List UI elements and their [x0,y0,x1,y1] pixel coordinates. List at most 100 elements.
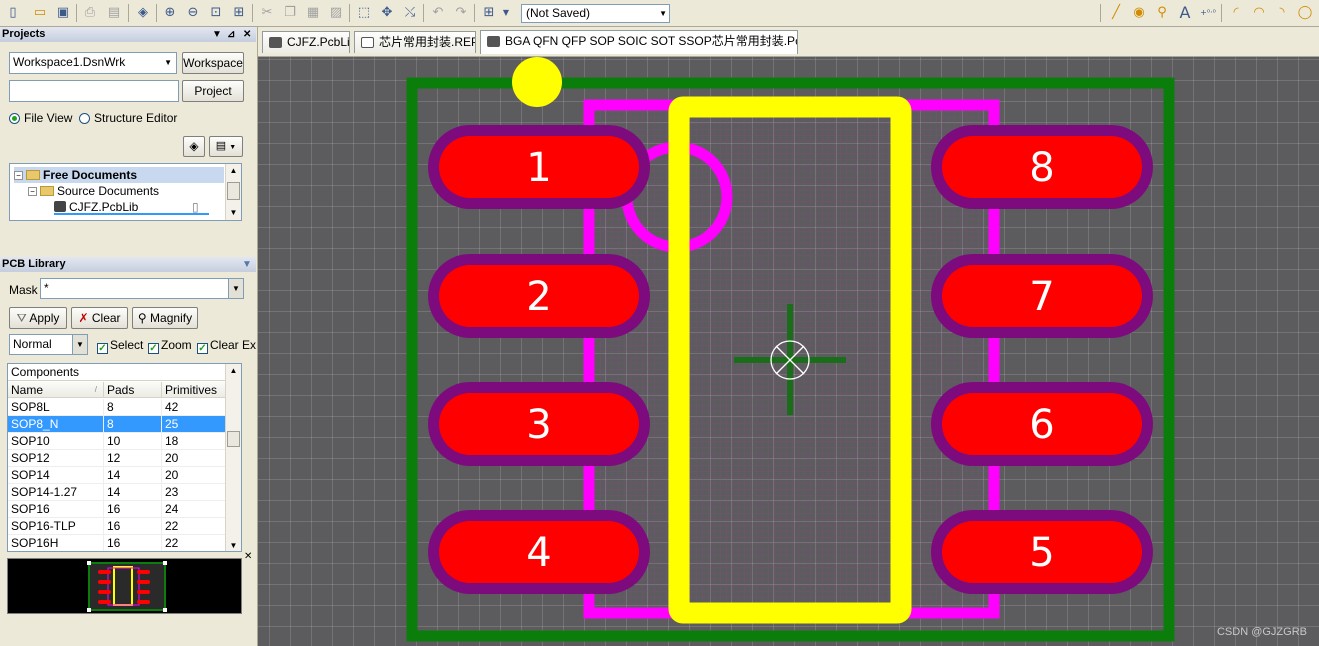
panel-menu-icon[interactable]: ▼ [212,27,222,42]
arc-center-icon[interactable]: ◜ [1226,3,1246,23]
chevron-down-icon: ▼ [72,335,87,354]
arc-edge-icon[interactable]: ◠ [1249,3,1269,23]
string-icon[interactable]: A [1175,3,1195,23]
line-icon[interactable]: ╱ [1106,3,1126,23]
component-row[interactable]: SOP16H 16 22 [8,535,226,551]
new-icon[interactable]: ▯ [3,3,23,23]
save-icon[interactable]: ▣ [53,3,73,23]
column-header-pads[interactable]: Pads [104,382,162,398]
mask-input[interactable]: * ▼ [40,278,244,299]
tab-bga-qfn-pcblib[interactable]: BGA QFN QFP SOP SOIC SOT SSOP芯片常用封装.PcbL… [480,30,798,54]
open-icon[interactable]: ▭ [30,3,50,23]
scroll-thumb[interactable] [227,431,240,447]
scroll-down-icon[interactable]: ▼ [226,206,241,220]
cross-probe-icon[interactable]: ⤯ [400,3,420,23]
file-view-radio[interactable]: File View [9,111,72,125]
zoom-fit-icon[interactable]: ⊡ [206,3,226,23]
grid-icon[interactable]: ⊞ [479,3,499,23]
zoom-in-icon[interactable]: ⊕ [160,3,180,23]
pad-right-2[interactable]: 7 [931,254,1153,338]
pcb-library-title: PCB Library [2,258,66,270]
cell-pads: 10 [104,433,162,450]
component-row[interactable]: SOP14-1.27 14 23 [8,484,226,501]
project-options-button[interactable]: ◈ [183,136,205,157]
tree-node-cjfz-pcblib[interactable]: CJFZ.PcbLib ▯ [54,199,209,215]
clear-existing-checkbox[interactable]: ✓Clear Existing [197,338,256,354]
pad-right-3[interactable]: 6 [931,382,1153,466]
select-rect-icon[interactable]: ⬚ [354,3,374,23]
grid-dropdown-icon[interactable]: ▼ [500,3,512,23]
component-row[interactable]: SOP16-TLP 16 22 [8,518,226,535]
structure-editor-radio[interactable]: Structure Editor [79,111,177,125]
pad-right-1[interactable]: 8 [931,125,1153,209]
paste-icon[interactable]: ▦ [303,3,323,23]
project-field[interactable] [9,80,179,102]
close-icon[interactable]: ✕ [243,27,251,42]
component-row[interactable]: SOP10 10 18 [8,433,226,450]
scroll-up-icon[interactable]: ▲ [226,364,241,378]
close-icon[interactable]: ✕ [244,551,252,562]
panel-menu-icon[interactable]: ▼ [242,257,252,272]
undo-icon[interactable]: ↶ [428,3,448,23]
workspace-select[interactable]: Workspace1.DsnWrk ▼ [9,52,177,74]
tree-scrollbar[interactable]: ▲ ▼ [225,164,241,220]
tree-node-free-documents[interactable]: − Free Documents [14,167,224,183]
tab-cjfz-pcblib[interactable]: CJFZ.PcbLib [262,31,350,53]
pad-left-2[interactable]: 2 [428,254,650,338]
components-scrollbar[interactable]: ▲ ▼ [225,364,241,551]
folder-icon [40,186,54,196]
select-checkbox[interactable]: ✓ Select [97,338,147,354]
pcb-canvas[interactable]: 1 2 3 4 8 7 6 5 CSDN @GJZGRB [258,57,1319,646]
arc-any-icon[interactable]: ◝ [1272,3,1292,23]
column-header-name[interactable]: Name / [8,382,104,398]
scroll-down-icon[interactable]: ▼ [226,539,241,551]
file-view-label: File View [24,111,73,125]
via-icon[interactable]: ⚲ [1152,3,1172,23]
move-icon[interactable]: ✥ [377,3,397,23]
print-preview-icon[interactable]: ▤ [104,3,124,23]
tab-chip-packages-rep[interactable]: 芯片常用封装.REP [354,31,476,53]
document-state-select[interactable]: (Not Saved) ▼ [521,4,670,23]
column-header-primitives[interactable]: Primitives [162,382,226,398]
component-row[interactable]: SOP16 16 24 [8,501,226,518]
pad-left-4[interactable]: 4 [428,510,650,594]
cell-name: SOP8_N [8,416,104,433]
component-row[interactable]: SOP8L 8 42 [8,399,226,416]
layers-icon[interactable]: ◈ [133,3,153,23]
apply-button[interactable]: ⛛ Apply [9,307,67,329]
pin-icon[interactable]: ⊿ [227,27,235,42]
zoom-out-icon[interactable]: ⊖ [183,3,203,23]
component-row[interactable]: SOP14 14 20 [8,467,226,484]
chevron-down-icon[interactable]: ▼ [228,279,243,298]
pad-icon[interactable]: ◉ [1129,3,1149,23]
component-row[interactable]: SOP8_N 8 25 [8,416,226,433]
redo-icon[interactable]: ↷ [451,3,471,23]
cell-prims: 25 [162,416,226,433]
component-row[interactable]: SOP12 12 20 [8,450,226,467]
coordinate-icon[interactable]: +⁰·⁰ [1198,3,1218,23]
cell-name: SOP8L [8,399,104,416]
workspace-button[interactable]: Workspace [182,52,244,74]
full-circle-icon[interactable]: ◯ [1295,3,1315,23]
mode-select[interactable]: Normal ▼ [9,334,88,355]
project-button[interactable]: Project [182,80,244,102]
pad-left-3[interactable]: 3 [428,382,650,466]
cut-icon[interactable]: ✂ [257,3,277,23]
project-add-button[interactable]: ▤ ▼ [209,136,243,157]
scroll-up-icon[interactable]: ▲ [226,164,241,178]
scroll-thumb[interactable] [227,182,240,200]
tree-file-label: CJFZ.PcbLib [69,200,139,214]
tab-label: BGA QFN QFP SOP SOIC SOT SSOP芯片常用封装.PcbL… [505,34,797,48]
rubber-stamp-icon[interactable]: ▨ [326,3,346,23]
tree-node-source-documents[interactable]: − Source Documents [28,183,159,199]
pad-right-4[interactable]: 5 [931,510,1153,594]
component-preview[interactable] [7,558,242,614]
zoom-area-icon[interactable]: ⊞ [229,3,249,23]
copy-icon[interactable]: ❐ [280,3,300,23]
clear-button[interactable]: ✗ Clear [71,307,128,329]
magnify-button[interactable]: ⚲ Magnify [132,307,198,329]
document-icon: ▤ [215,140,227,152]
pad-left-1[interactable]: 1 [428,125,650,209]
print-icon[interactable]: ⎙ [80,3,100,23]
zoom-checkbox[interactable]: ✓ Zoom [148,338,196,354]
